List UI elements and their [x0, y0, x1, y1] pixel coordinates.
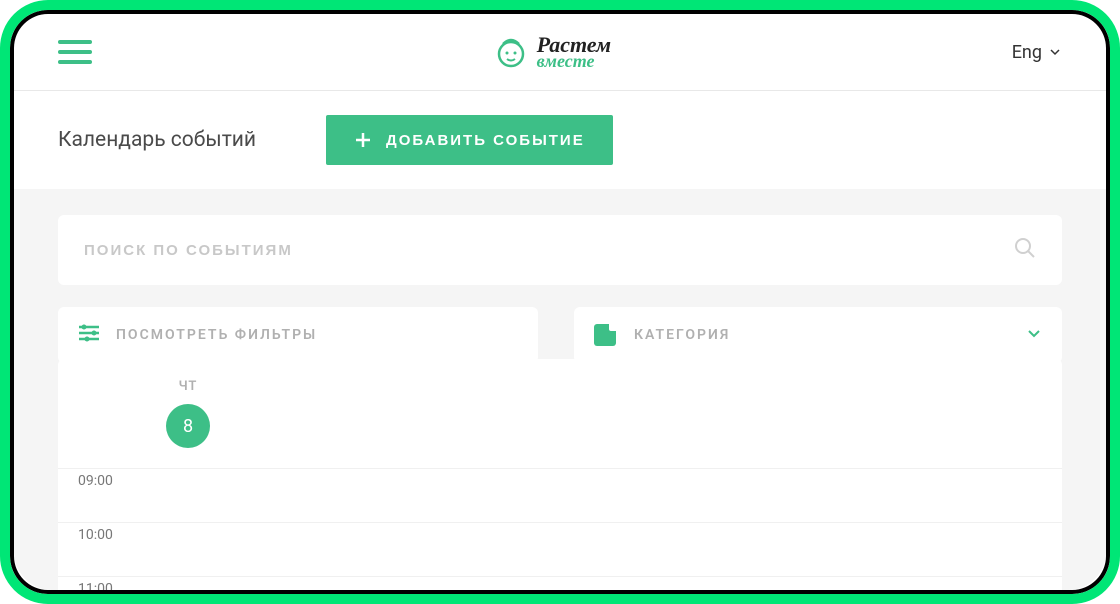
content-area: ПОСМОТРЕТЬ ФИЛЬТРЫ КАТЕГОРИЯ ЧТ 8 [14, 189, 1106, 590]
category-dropdown[interactable]: КАТЕГОРИЯ [574, 307, 1062, 363]
day-number-badge: 8 [166, 404, 210, 448]
language-selector[interactable]: Eng [1012, 42, 1062, 63]
search-icon[interactable] [1014, 237, 1036, 263]
time-row: 09:00 [58, 468, 1062, 522]
puzzle-icon [594, 324, 616, 346]
view-filters-label: ПОСМОТРЕТЬ ФИЛЬТРЫ [116, 327, 317, 343]
logo-text-line2: вместе [537, 53, 611, 69]
sliders-icon [78, 323, 100, 347]
time-row: 11:00 Завтрак 11:30 - 12:30 [58, 576, 1062, 590]
time-label: 11:00 [58, 577, 138, 590]
calendar-grid: ЧТ 8 09:00 10:00 11:00 Завтрак 11:30 - 1… [58, 359, 1062, 590]
category-label: КАТЕГОРИЯ [634, 327, 730, 343]
search-box [58, 215, 1062, 285]
time-label: 09:00 [58, 469, 138, 489]
time-row: 10:00 [58, 522, 1062, 576]
page-title: Календарь событий [58, 128, 256, 152]
add-event-button[interactable]: ДОБАВИТЬ СОБЫТИЕ [326, 115, 613, 165]
time-label: 10:00 [58, 523, 138, 543]
menu-hamburger-icon[interactable] [58, 40, 92, 64]
child-face-icon [493, 34, 529, 70]
chevron-down-icon [1026, 325, 1042, 345]
add-event-label: ДОБАВИТЬ СОБЫТИЕ [386, 132, 585, 149]
plus-icon [354, 131, 372, 149]
app-logo[interactable]: Растем вместе [493, 34, 611, 70]
chevron-down-icon [1048, 45, 1062, 59]
language-label: Eng [1012, 42, 1042, 63]
search-input[interactable] [84, 242, 1014, 259]
day-column-header[interactable]: ЧТ 8 [98, 371, 278, 454]
day-abbreviation: ЧТ [98, 379, 278, 394]
view-filters-button[interactable]: ПОСМОТРЕТЬ ФИЛЬТРЫ [58, 307, 538, 363]
top-bar: Растем вместе Eng [14, 14, 1106, 91]
page-header: Календарь событий ДОБАВИТЬ СОБЫТИЕ [14, 91, 1106, 189]
